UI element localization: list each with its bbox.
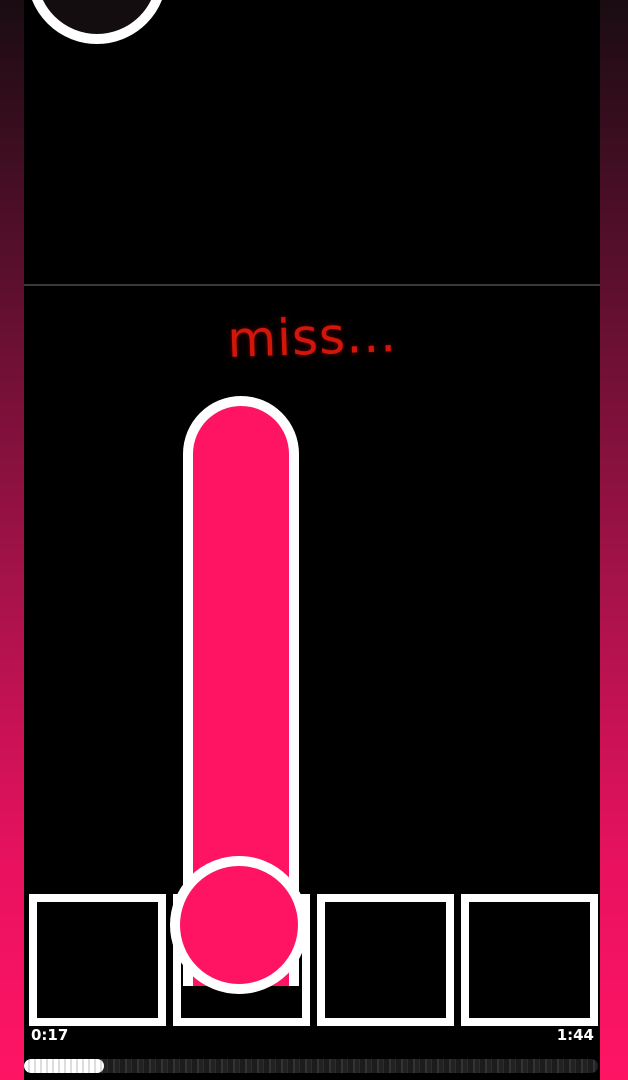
left-gradient-border <box>0 0 24 1080</box>
total-time: 1:44 <box>556 1026 594 1044</box>
lane-key-1[interactable] <box>29 894 166 1026</box>
song-progress-bar[interactable] <box>24 1059 598 1073</box>
lane-key-4[interactable] <box>461 894 598 1026</box>
current-time: 0:17 <box>31 1026 69 1044</box>
song-progress-fill <box>24 1059 105 1073</box>
game-screen: miss... 0:17 1:44 <box>0 0 628 1080</box>
judgement-text: miss... <box>226 305 398 369</box>
lane-divider-line <box>24 284 600 286</box>
incoming-note <box>27 0 167 44</box>
hold-note-head <box>170 856 308 994</box>
right-gradient-border <box>600 0 628 1080</box>
lane-key-3[interactable] <box>317 894 454 1026</box>
